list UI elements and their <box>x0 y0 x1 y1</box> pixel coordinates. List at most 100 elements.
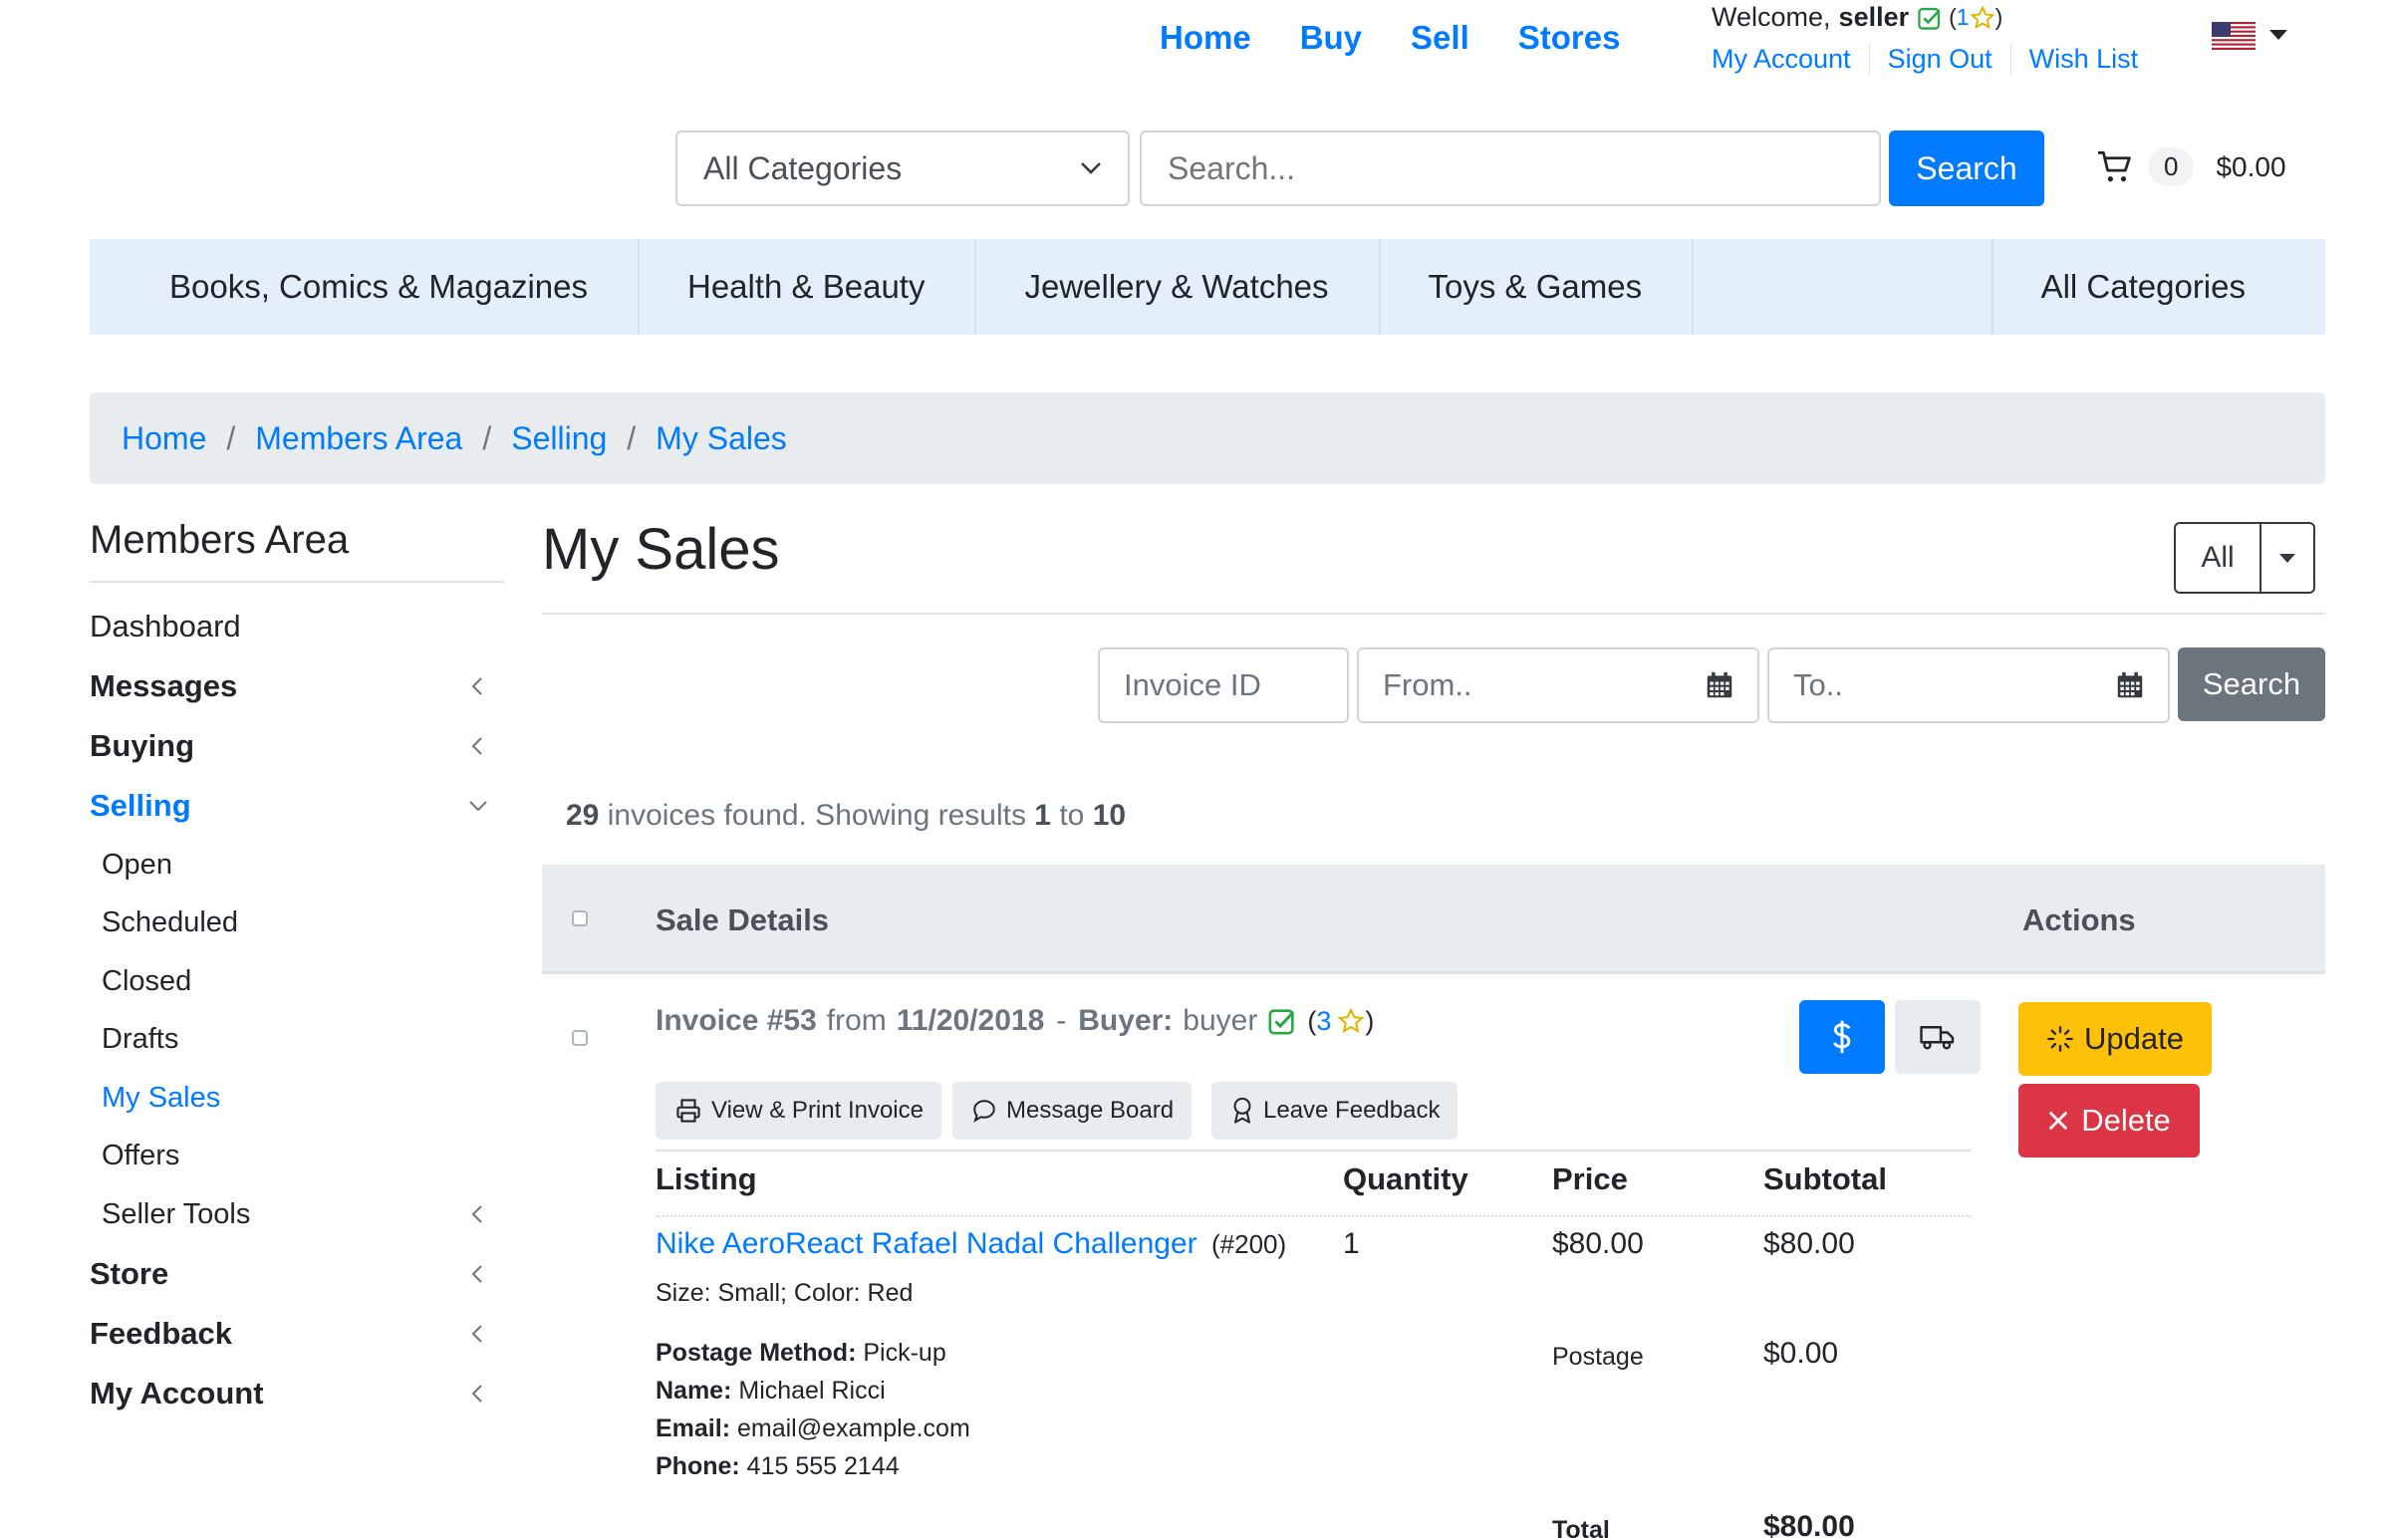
sidebar-subitem-scheduled[interactable]: Scheduled <box>90 895 504 953</box>
select-all-checkbox[interactable] <box>572 910 588 926</box>
sidebar-item-feedback[interactable]: Feedback <box>90 1304 504 1364</box>
postage-method-label: Postage Method: <box>656 1339 857 1367</box>
sidebar-subitem-label: Scheduled <box>102 906 239 939</box>
leave-feedback-button[interactable]: Leave Feedback <box>1211 1082 1459 1140</box>
buyer-name: buyer <box>1183 1004 1258 1037</box>
col-price: Price <box>1552 1161 1628 1196</box>
calendar-icon[interactable] <box>1706 671 1733 699</box>
nav-sell[interactable]: Sell <box>1411 19 1469 57</box>
sidebar-item-label: Messages <box>90 668 238 703</box>
view-print-invoice-button[interactable]: View & Print Invoice <box>656 1082 941 1140</box>
username: seller <box>1838 2 1910 32</box>
close-icon <box>2047 1110 2069 1132</box>
sidebar-item-my-account[interactable]: My Account <box>90 1364 504 1423</box>
language-caret-icon[interactable] <box>2269 30 2287 40</box>
sidebar-item-dashboard[interactable]: Dashboard <box>90 597 504 656</box>
breadcrumb-home[interactable]: Home <box>122 420 206 457</box>
category-all[interactable]: All Categories <box>1993 239 2325 335</box>
welcome-prefix: Welcome, <box>1712 2 1831 32</box>
listing-link[interactable]: Nike AeroReact Rafael Nadal Challenger <box>656 1227 1197 1260</box>
cart[interactable]: 0 $0.00 <box>2096 147 2286 186</box>
message-board-button[interactable]: Message Board <box>952 1082 1193 1140</box>
chat-icon <box>972 1099 1006 1123</box>
breadcrumb-my-sales[interactable]: My Sales <box>656 420 787 457</box>
mark-paid-button[interactable] <box>1799 1000 1885 1074</box>
category-jewellery[interactable]: Jewellery & Watches <box>976 239 1381 335</box>
buyer-phone-line: Phone: 415 555 2144 <box>656 1452 900 1481</box>
listing-variation: Size: Small; Color: Red <box>656 1279 914 1307</box>
category-toys-games[interactable]: Toys & Games <box>1381 239 1695 335</box>
delete-button[interactable]: Delete <box>2018 1084 2200 1157</box>
search-input[interactable] <box>1140 130 1881 206</box>
sidebar-subitem-label: Closed <box>102 964 192 997</box>
name-value: Michael Ricci <box>738 1377 886 1405</box>
category-select-value: All Categories <box>703 149 903 186</box>
buyer-rating-score[interactable]: 3 <box>1316 1006 1331 1037</box>
invoice-header: Invoice #53 from 11/20/2018 - Buyer: buy… <box>656 1004 1374 1038</box>
award-icon <box>1231 1097 1263 1125</box>
sidebar-subitem-closed[interactable]: Closed <box>90 952 504 1011</box>
star-icon <box>1337 1007 1365 1035</box>
sidebar-item-store[interactable]: Store <box>90 1244 504 1304</box>
nav-buy[interactable]: Buy <box>1300 19 1362 57</box>
sidebar-subitem-my-sales[interactable]: My Sales <box>90 1069 504 1128</box>
sidebar-subitem-open[interactable]: Open <box>90 836 504 895</box>
row-checkbox[interactable] <box>572 1030 588 1046</box>
filter-search-button[interactable]: Search <box>2178 647 2325 721</box>
sidebar-item-label: Selling <box>90 788 191 823</box>
sidebar-item-messages[interactable]: Messages <box>90 656 504 716</box>
rating-score[interactable]: 1 <box>1957 4 1970 31</box>
chevron-left-icon <box>466 1382 504 1406</box>
chevron-left-icon <box>466 674 504 698</box>
nav-home[interactable]: Home <box>1160 19 1251 57</box>
col-sale-details: Sale Details <box>656 902 830 937</box>
nav-stores[interactable]: Stores <box>1518 19 1621 57</box>
status-filter-toggle[interactable] <box>2261 524 2313 592</box>
breadcrumb-separator: / <box>627 419 637 456</box>
sidebar-item-label: Feedback <box>90 1315 233 1351</box>
invoice-id-input[interactable]: Invoice ID <box>1098 647 1349 723</box>
breadcrumb-separator: / <box>226 419 236 456</box>
my-account-link[interactable]: My Account <box>1712 44 1870 75</box>
sidebar-subitem-offers[interactable]: Offers <box>90 1128 504 1186</box>
update-label: Update <box>2084 1021 2184 1056</box>
update-button[interactable]: Update <box>2018 1002 2212 1076</box>
buyer-email-line: Email: email@example.com <box>656 1414 970 1443</box>
main-nav: Home Buy Sell Stores <box>1160 18 1669 58</box>
sign-out-link[interactable]: Sign Out <box>1888 44 2011 75</box>
sidebar-title: Members Area <box>90 518 504 583</box>
search-button[interactable]: Search <box>1889 130 2044 206</box>
status-filter-dropdown[interactable]: All <box>2174 522 2315 594</box>
sidebar-item-buying[interactable]: Buying <box>90 716 504 776</box>
date-to-input[interactable]: To.. <box>1767 647 2170 723</box>
sidebar-item-selling[interactable]: Selling <box>90 776 504 836</box>
status-filter-value[interactable]: All <box>2176 524 2261 592</box>
results-summary: 29 invoices found. Showing results 1 to … <box>566 799 1126 833</box>
listing-row: Nike AeroReact Rafael Nadal Challenger (… <box>656 1227 1286 1261</box>
sidebar-subitem-seller-tools[interactable]: Seller Tools <box>90 1185 504 1244</box>
sidebar-item-label: Buying <box>90 728 195 763</box>
sidebar: Members Area Dashboard Messages Buying S… <box>90 518 504 1423</box>
page-title: My Sales <box>542 517 780 582</box>
mark-shipped-button[interactable] <box>1895 1000 1981 1074</box>
category-books[interactable]: Books, Comics & Magazines <box>90 239 640 335</box>
category-select[interactable]: All Categories <box>675 130 1130 206</box>
cart-total: $0.00 <box>2216 150 2286 182</box>
sidebar-subitem-label: Drafts <box>102 1023 179 1056</box>
us-flag-icon[interactable] <box>2212 22 2256 50</box>
verified-icon <box>1917 5 1943 31</box>
breadcrumb-members-area[interactable]: Members Area <box>255 420 462 457</box>
date-from-input[interactable]: From.. <box>1357 647 1759 723</box>
calendar-icon[interactable] <box>2116 671 2144 699</box>
dollar-icon <box>1831 1019 1853 1055</box>
sidebar-subitem-drafts[interactable]: Drafts <box>90 1011 504 1070</box>
results-total: 29 <box>566 799 600 832</box>
wish-list-link[interactable]: Wish List <box>2029 44 2157 75</box>
total-amount: $80.00 <box>1763 1510 1855 1540</box>
category-bar: Books, Comics & Magazines Health & Beaut… <box>90 239 2325 335</box>
col-subtotal: Subtotal <box>1763 1161 1887 1196</box>
phone-value: 415 555 2144 <box>746 1452 900 1480</box>
breadcrumb-selling[interactable]: Selling <box>511 420 607 457</box>
total-label: Total <box>1552 1516 1610 1540</box>
category-health-beauty[interactable]: Health & Beauty <box>640 239 977 335</box>
